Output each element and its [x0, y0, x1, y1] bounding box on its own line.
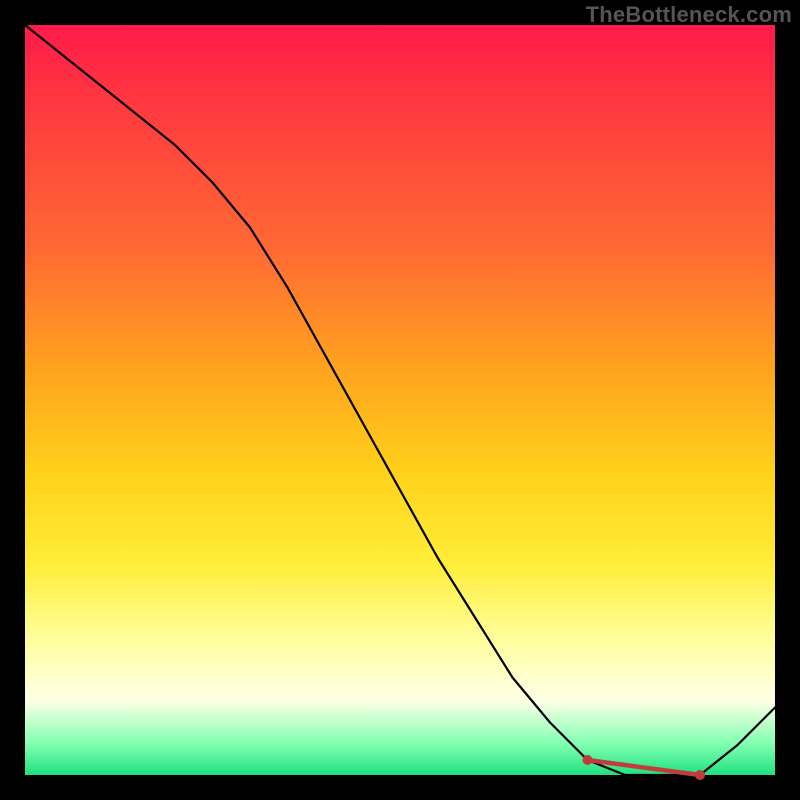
optimal-start-dot	[583, 755, 593, 765]
chart-svg	[25, 25, 775, 775]
bottleneck-curve	[25, 25, 775, 775]
plot-area	[25, 25, 775, 775]
optimal-end-dot	[695, 770, 705, 780]
chart-stage: TheBottleneck.com	[0, 0, 800, 800]
